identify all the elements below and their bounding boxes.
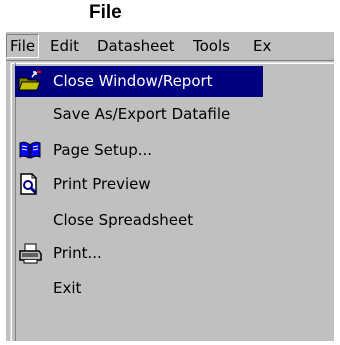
menu-item-close-spreadsheet[interactable]: Close Spreadsheet	[15, 205, 334, 236]
menu-bar: File Edit Datasheet Tools Ex	[6, 32, 334, 61]
page-caption: File	[89, 2, 122, 23]
menubar-item-datasheet[interactable]: Datasheet	[97, 37, 174, 55]
menu-item-label: Exit	[53, 279, 82, 297]
menubar-item-edit[interactable]: Edit	[50, 37, 79, 55]
menu-item-print-preview[interactable]: Print Preview	[15, 169, 334, 200]
menu-item-label: Print...	[53, 244, 102, 262]
menu-item-label: Close Window/Report	[53, 72, 213, 90]
menu-item-label: Close Spreadsheet	[53, 211, 194, 229]
menu-item-label: Page Setup...	[53, 141, 153, 159]
menubar-item-tools[interactable]: Tools	[193, 37, 230, 55]
menu-item-label: Print Preview	[53, 175, 151, 193]
open-book-icon	[18, 139, 42, 161]
close-window-folder-icon	[18, 70, 42, 92]
menu-item-close-window-report[interactable]: Close Window/Report	[15, 66, 263, 97]
print-preview-magnifier-icon	[18, 173, 42, 195]
menu-item-print[interactable]: Print...	[15, 238, 334, 269]
menubar-item-file[interactable]: File	[6, 34, 40, 58]
menu-item-page-setup[interactable]: Page Setup...	[15, 135, 334, 166]
menu-item-label: Save As/Export Datafile	[53, 105, 231, 123]
file-menu-dropdown: Close Window/Report Save As/Export Dataf…	[10, 62, 334, 341]
menu-item-save-as-export-datafile[interactable]: Save As/Export Datafile	[15, 99, 334, 130]
printer-icon	[18, 242, 42, 264]
menubar-item-extra[interactable]: Ex	[253, 37, 271, 55]
application-window: File Edit Datasheet Tools Ex Close Windo…	[6, 32, 334, 341]
menu-item-exit[interactable]: Exit	[15, 273, 334, 304]
